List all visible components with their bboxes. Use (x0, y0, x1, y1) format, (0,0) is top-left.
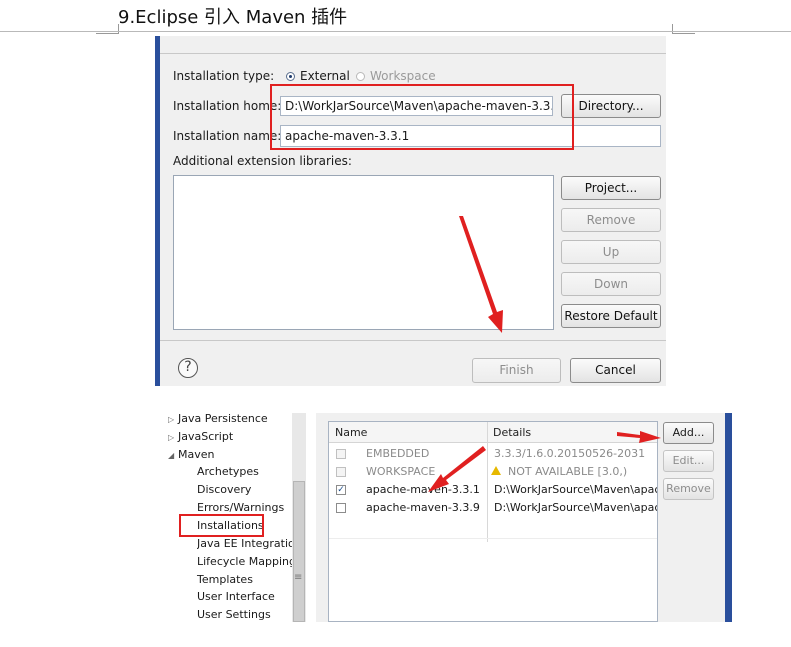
row-details: D:\WorkJarSource\Maven\apache-maven-3.3.… (494, 501, 657, 514)
installations-table[interactable]: Name Details EMBEDDED 3.3.3/1.6.0.201505… (328, 421, 658, 622)
add-button[interactable]: Add... (663, 422, 714, 444)
row-details: NOT AVAILABLE [3.0,) (508, 465, 628, 478)
column-header-name[interactable]: Name (335, 426, 367, 439)
tree-item-maven[interactable]: ◢ Maven (168, 446, 214, 464)
up-button[interactable]: Up (561, 240, 661, 264)
page-corner-mark-right (672, 24, 695, 34)
directory-button[interactable]: Directory... (561, 94, 661, 118)
row-checkbox[interactable]: ✓ (336, 485, 346, 495)
annotation-highlight-box (179, 514, 264, 537)
tree-item-java-ee-integration[interactable]: Java EE Integration (197, 535, 293, 552)
down-button[interactable]: Down (561, 272, 661, 296)
tree-item-templates[interactable]: Templates (197, 571, 253, 588)
extension-libraries-label: Additional extension libraries: (173, 154, 352, 168)
row-checkbox[interactable] (336, 449, 346, 459)
installation-name-label: Installation name: (173, 129, 282, 143)
cancel-button[interactable]: Cancel (570, 358, 661, 383)
row-name: EMBEDDED (366, 447, 430, 460)
tree-item-java-persistence[interactable]: ▷ Java Persistence (168, 413, 268, 428)
scroll-grip-icon: ≡ (294, 572, 303, 583)
window-edge (155, 36, 160, 386)
expand-arrow-icon[interactable]: ▷ (168, 429, 178, 446)
row-details: 3.3.3/1.6.0.20150526-2031 (494, 447, 646, 460)
remove-installation-button[interactable]: Remove (663, 478, 714, 500)
remove-button[interactable]: Remove (561, 208, 661, 232)
annotation-highlight-box (270, 84, 574, 150)
row-checkbox[interactable] (336, 467, 346, 477)
radio-workspace[interactable] (356, 72, 365, 81)
radio-external[interactable] (286, 72, 295, 81)
help-icon[interactable]: ? (178, 358, 198, 378)
tree-item-user-settings[interactable]: User Settings (197, 606, 271, 622)
tree-item-lifecycle-mapping[interactable]: Lifecycle Mapping (197, 553, 296, 570)
window-edge (725, 413, 732, 622)
tree-item-archetypes[interactable]: Archetypes (197, 463, 259, 480)
row-name: apache-maven-3.3.1 (366, 483, 480, 496)
row-checkbox[interactable] (336, 503, 346, 513)
restore-default-button[interactable]: Restore Default (561, 304, 661, 328)
tree-item-javascript[interactable]: ▷ JavaScript (168, 428, 233, 446)
radio-workspace-label[interactable]: Workspace (370, 69, 436, 83)
row-name: WORKSPACE (366, 465, 436, 478)
dialog-bottom-separator (160, 340, 666, 341)
collapse-arrow-icon[interactable]: ◢ (168, 447, 178, 464)
tree-item-discovery[interactable]: Discovery (197, 481, 251, 498)
header-rule (0, 31, 791, 32)
dialog-top-separator (160, 53, 666, 54)
installation-type-label: Installation type: (173, 69, 275, 83)
extension-libraries-list[interactable] (173, 175, 554, 330)
radio-external-label[interactable]: External (300, 69, 350, 83)
expand-arrow-icon[interactable]: ▷ (168, 413, 178, 428)
tree-scrollbar-thumb[interactable] (293, 481, 305, 622)
row-divider (329, 538, 657, 539)
finish-button[interactable]: Finish (472, 358, 561, 383)
edit-button[interactable]: Edit... (663, 450, 714, 472)
warning-icon (491, 466, 501, 475)
project-button[interactable]: Project... (561, 176, 661, 200)
section-heading: 9.Eclipse 引入 Maven 插件 (118, 7, 348, 28)
row-name: apache-maven-3.3.9 (366, 501, 480, 514)
column-header-details[interactable]: Details (493, 426, 531, 439)
page-corner-mark-left (96, 24, 119, 34)
row-details: D:\WorkJarSource\Maven\apache-maven-3.3.… (494, 483, 657, 496)
installation-home-label: Installation home: (173, 99, 282, 113)
tree-item-user-interface[interactable]: User Interface (197, 588, 275, 605)
column-divider (487, 422, 488, 542)
